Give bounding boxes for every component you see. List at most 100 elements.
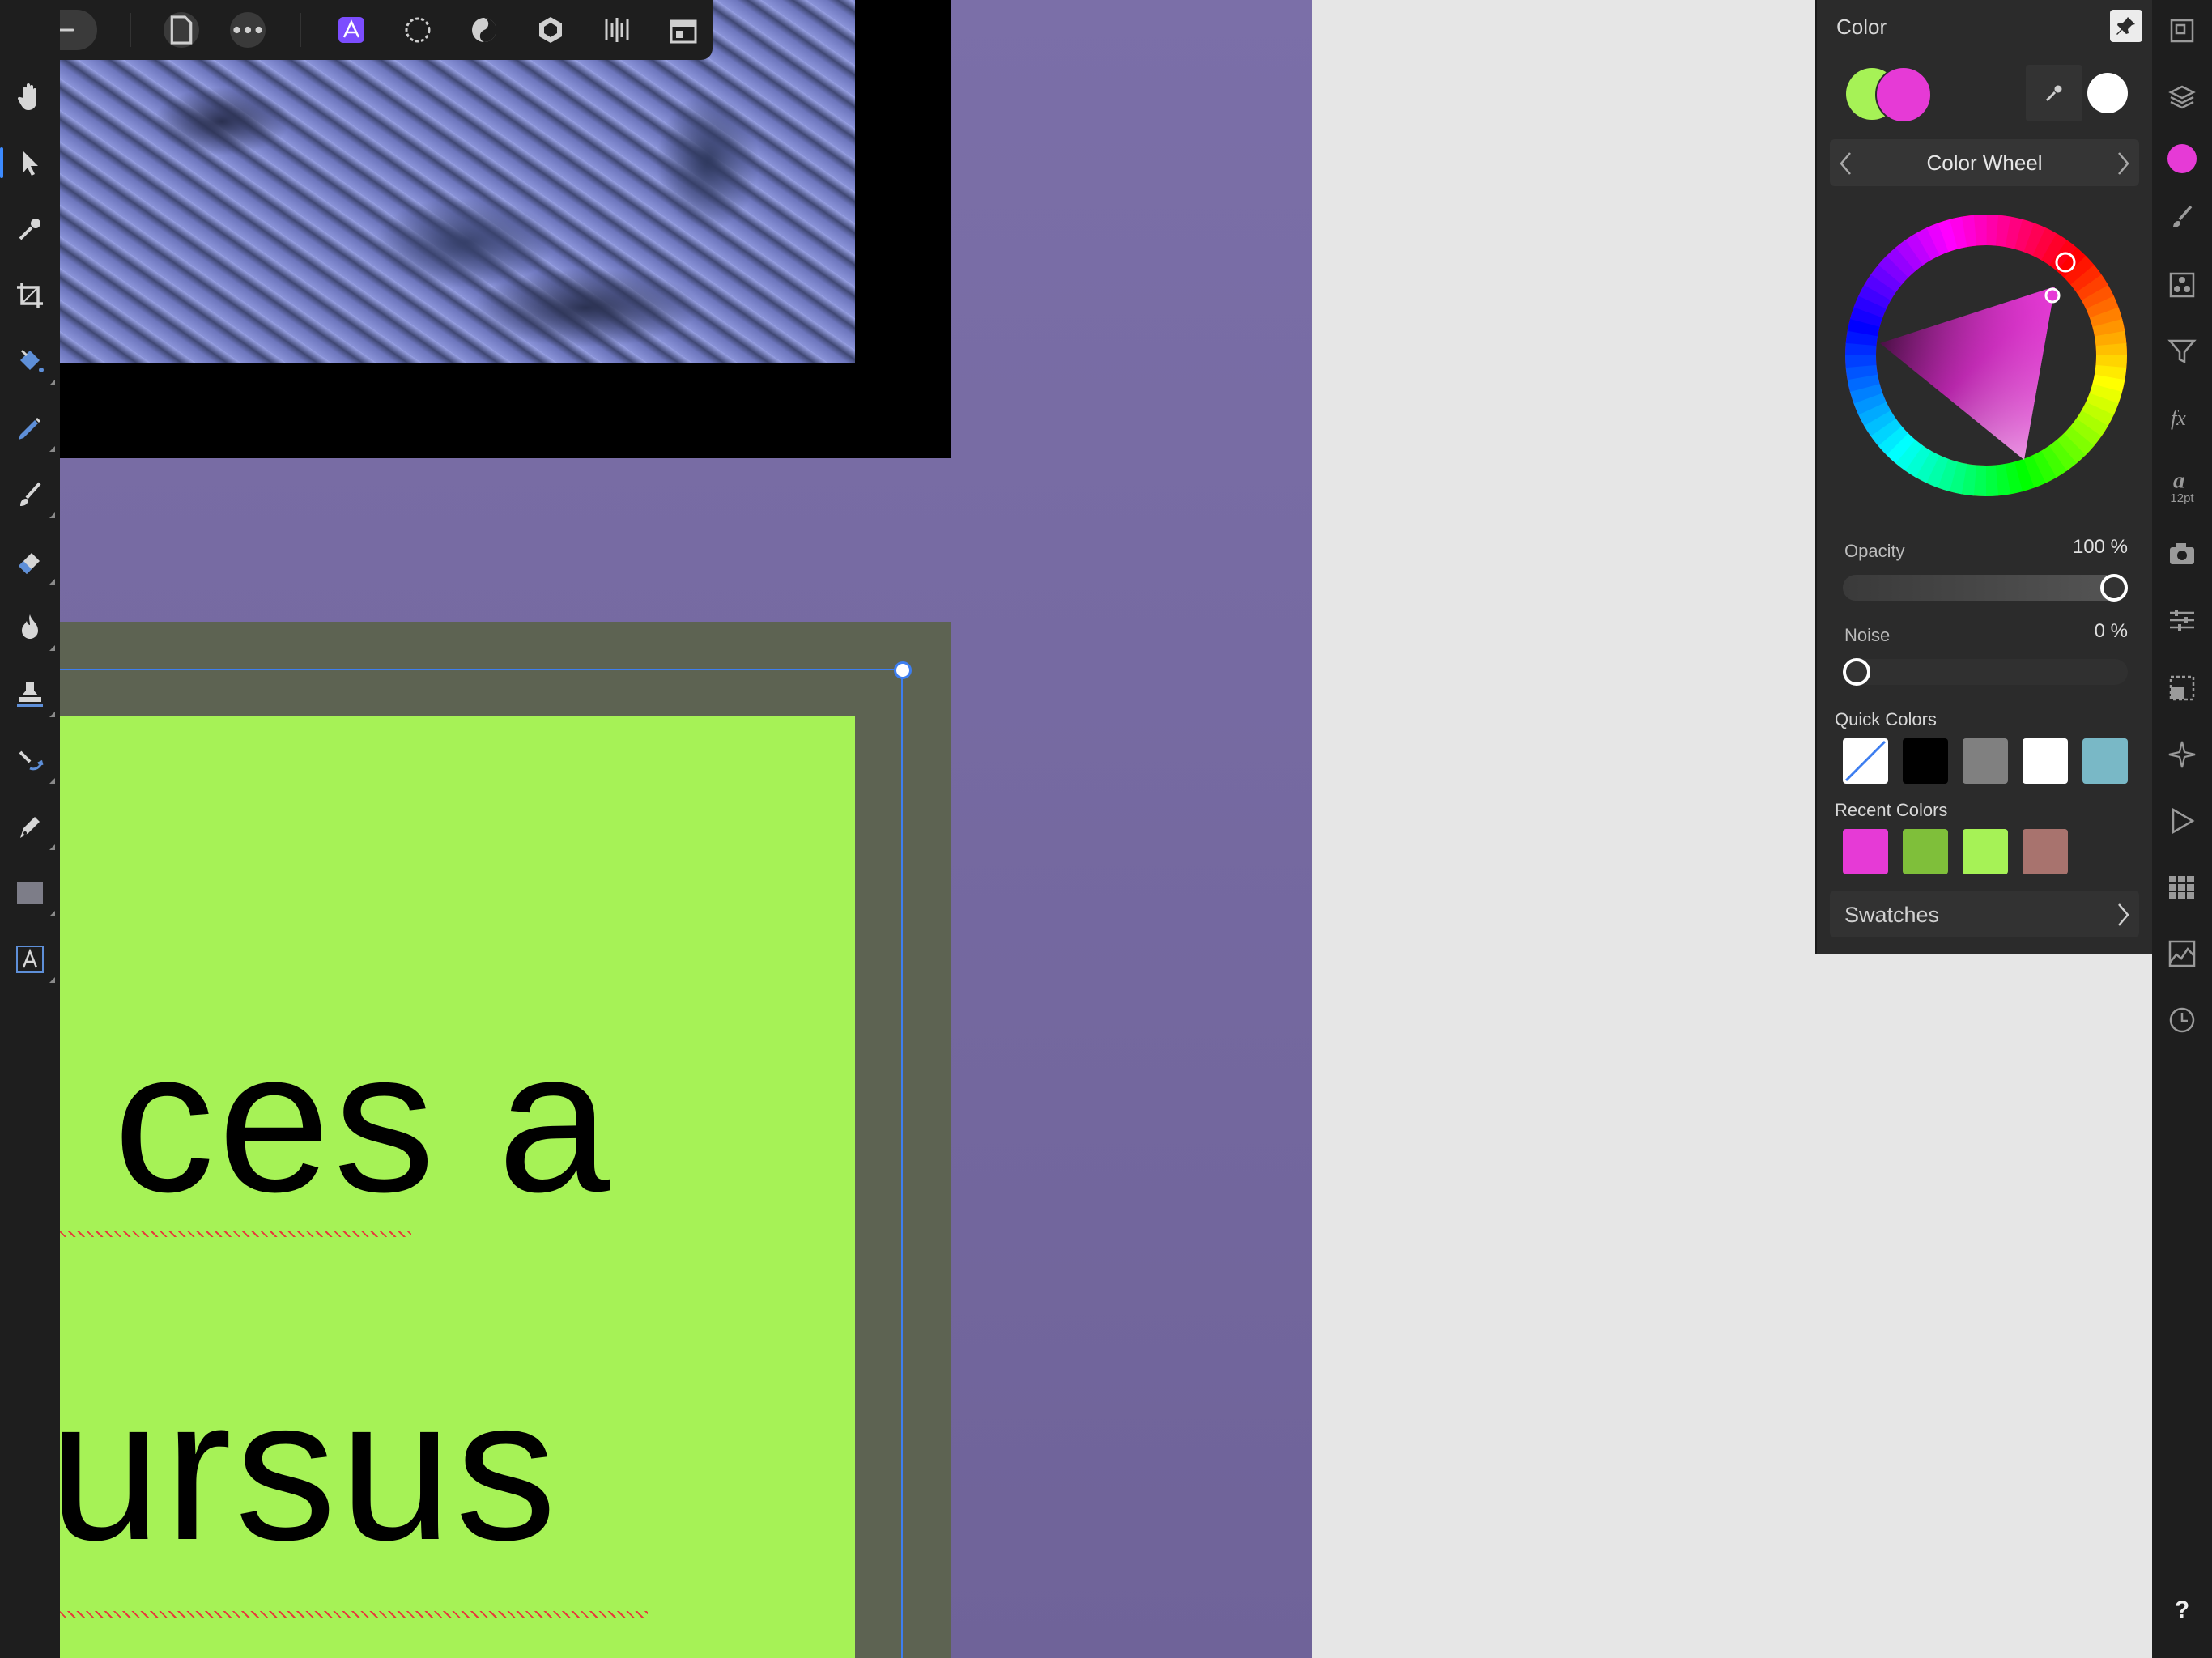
photo-persona-icon [338, 17, 364, 43]
brushes-studio-button[interactable] [2163, 198, 2201, 236]
picked-color-well[interactable] [2087, 73, 2128, 113]
quick-color-swatch[interactable] [1963, 738, 2008, 784]
studio-tabs: fx a 12pt ? [2152, 0, 2212, 1658]
quick-color-swatch[interactable] [2082, 738, 2128, 784]
text-size-label: 12pt [2170, 491, 2194, 505]
rectangle-icon [17, 882, 43, 904]
transform-studio-button[interactable] [2163, 669, 2201, 708]
photo-persona-button[interactable] [332, 11, 371, 49]
help-button[interactable]: ? [2152, 1596, 2212, 1624]
chevron-right-icon [2118, 903, 2129, 926]
sliders-studio-button[interactable] [2163, 601, 2201, 640]
svg-text:fx: fx [2171, 406, 2186, 430]
crop-icon [17, 283, 43, 308]
view-tool[interactable] [10, 76, 50, 117]
quick-color-swatch[interactable] [2023, 738, 2068, 784]
opacity-slider-knob[interactable] [2100, 574, 2128, 602]
recent-color-swatch[interactable] [1843, 829, 1888, 874]
effects-studio-button[interactable]: fx [2163, 398, 2201, 437]
swatches-label: Swatches [1844, 903, 1940, 927]
chevron-right-icon[interactable] [2115, 151, 2131, 176]
export-persona-button[interactable] [598, 11, 636, 49]
crop-tool[interactable] [10, 275, 50, 316]
eraser-icon [19, 553, 40, 574]
text-styles-studio-button[interactable]: a 12pt [2163, 463, 2201, 508]
quick-colors-label: Quick Colors [1835, 709, 1937, 729]
spellcheck-underline [60, 1231, 411, 1237]
tone-mapping-persona-button[interactable] [531, 11, 570, 49]
selection-box-right-edge [901, 669, 903, 1658]
more-button[interactable] [228, 11, 267, 49]
quick-color-swatch[interactable] [1843, 738, 1888, 784]
library-studio-button[interactable] [2163, 868, 2201, 907]
liquify-persona-button[interactable] [398, 11, 437, 49]
swatches-row[interactable]: Swatches [1830, 891, 2139, 937]
erase-tool[interactable] [10, 541, 55, 585]
snapping-studio-button[interactable] [2163, 735, 2201, 774]
channels-studio-button[interactable] [2163, 266, 2201, 304]
noise-slider-knob[interactable] [1843, 658, 1870, 686]
color-picker-tool[interactable] [10, 209, 50, 249]
assistant-button[interactable] [664, 11, 703, 49]
history-studio-button[interactable] [2163, 1001, 2201, 1039]
smudge-tool[interactable] [10, 740, 55, 784]
noise-slider[interactable] [1843, 658, 2128, 686]
ellipsis-icon [233, 26, 262, 34]
svg-text:a: a [2173, 467, 2184, 493]
color-studio-button[interactable] [2163, 139, 2201, 178]
artistic-text-tool[interactable] [10, 939, 55, 983]
sliders-icon [2170, 610, 2194, 631]
text-style-icon: a [2173, 467, 2184, 493]
opacity-label: Opacity [1844, 541, 1905, 561]
document-text-line-1[interactable]: ces a [113, 1020, 614, 1222]
stock-studio-button[interactable] [2163, 534, 2201, 573]
recent-color-swatch[interactable] [2023, 829, 2068, 874]
histogram-studio-button[interactable] [2163, 934, 2201, 973]
clock-icon [2169, 1007, 2195, 1033]
recent-color-swatch[interactable] [1903, 829, 1948, 874]
selection-handle[interactable] [894, 661, 912, 679]
paint-brush-icon [20, 482, 41, 506]
stamp-icon [17, 682, 43, 707]
move-tool[interactable] [0, 142, 50, 183]
color-wheel[interactable] [1844, 214, 2128, 497]
develop-persona-icon [472, 18, 496, 42]
color-picker-button[interactable] [2026, 65, 2082, 121]
color-panel: Color Color Wheel Opacity 100 % Noise 0 … [1815, 0, 2152, 954]
eyedropper-icon [19, 219, 40, 240]
hand-icon [17, 83, 36, 110]
develop-persona-button[interactable] [465, 11, 504, 49]
quick-color-swatch[interactable] [1903, 738, 1948, 784]
top-toolbar [0, 0, 713, 60]
dodge-tool[interactable] [10, 607, 55, 651]
opacity-slider[interactable] [1843, 574, 2128, 602]
document-menu-button[interactable] [162, 11, 201, 49]
channels-icon [2169, 272, 2195, 298]
pin-panel-button[interactable] [2110, 10, 2142, 42]
rectangle-tool[interactable] [10, 873, 55, 916]
picker-mode-label: Color Wheel [1926, 151, 2043, 175]
picker-mode-selector[interactable]: Color Wheel [1830, 139, 2139, 186]
histogram-icon [2168, 940, 2196, 967]
saturation-handle[interactable] [2044, 287, 2061, 304]
flood-fill-tool[interactable] [10, 342, 55, 385]
flame-icon [22, 614, 38, 639]
paint-brush-tool[interactable] [10, 474, 55, 518]
macro-studio-button[interactable] [2163, 801, 2201, 840]
transform-icon [2169, 675, 2195, 701]
text-icon [16, 946, 44, 973]
recent-color-swatch[interactable] [1963, 829, 2008, 874]
adjustments-studio-button[interactable] [2163, 332, 2201, 371]
play-icon [2172, 807, 2195, 835]
selection-brush-icon [19, 417, 41, 440]
primary-color-well[interactable] [1875, 66, 1932, 123]
document-text-line-2[interactable]: ursus [49, 1368, 559, 1571]
spellcheck-underline [60, 1611, 648, 1618]
selection-brush-tool[interactable] [10, 408, 55, 452]
eyedropper-icon [2045, 85, 2062, 102]
clone-tool[interactable] [10, 674, 55, 717]
navigator-studio-button[interactable] [2163, 11, 2201, 50]
pen-tool[interactable] [10, 806, 55, 850]
tone-mapping-persona-icon [539, 17, 562, 43]
layers-studio-button[interactable] [2163, 78, 2201, 117]
